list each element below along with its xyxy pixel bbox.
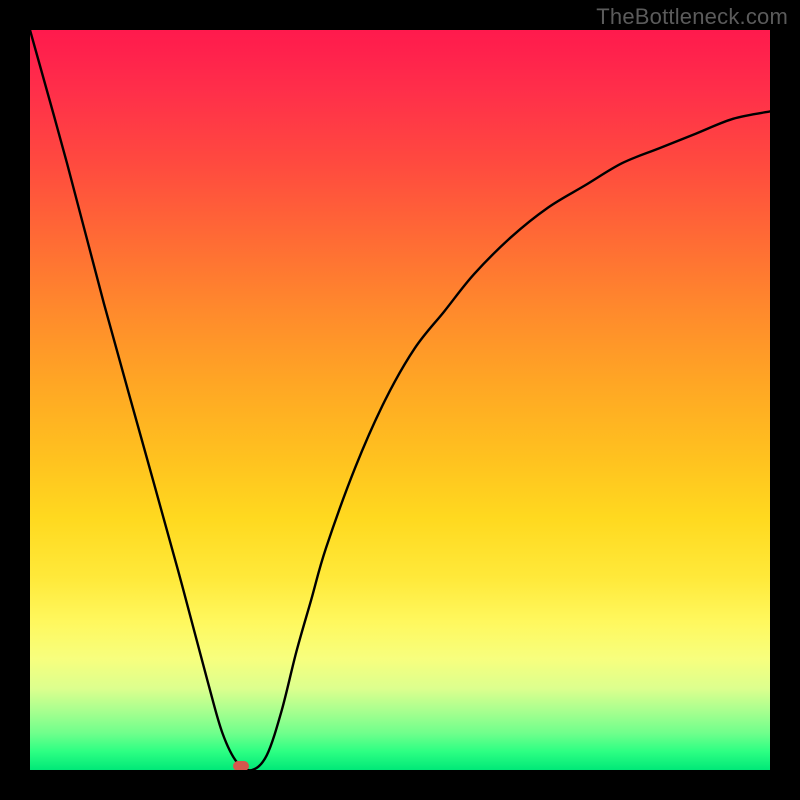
plot-area xyxy=(30,30,770,770)
watermark-text: TheBottleneck.com xyxy=(596,4,788,30)
chart-frame: TheBottleneck.com xyxy=(0,0,800,800)
optimum-marker xyxy=(233,761,249,770)
bottleneck-curve xyxy=(30,30,770,770)
